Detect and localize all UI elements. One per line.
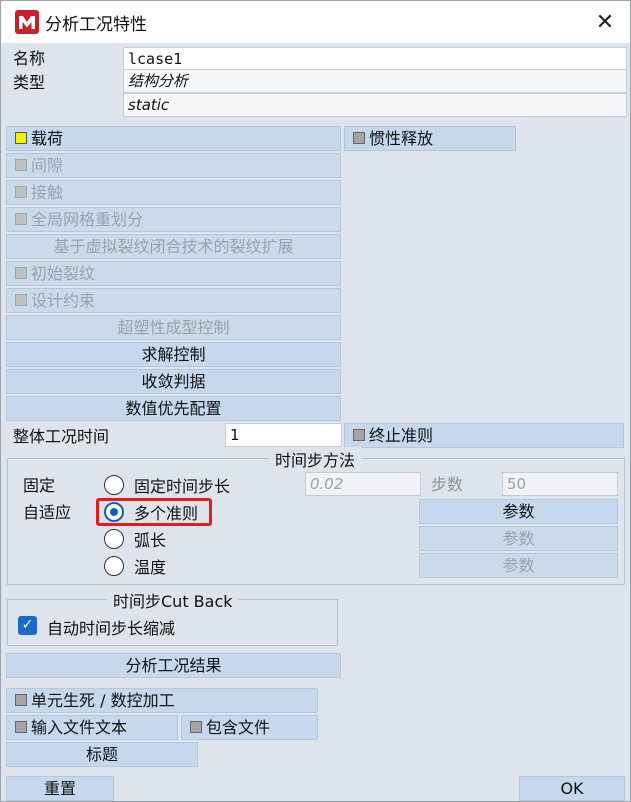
total-time-field[interactable]: 1 [225,423,342,447]
name-field[interactable]: lcase1 [123,47,627,71]
window-title: 分析工况特性 [45,15,147,35]
convergence-criteria-button[interactable]: 收敛判据 [6,369,341,394]
analysis-case-dialog: 分析工况特性 ✕ 名称 lcase1 类型 结构分析 static 载荷 惯性释… [0,0,631,802]
subtype-field: static [123,93,627,117]
design-constraint-marker-icon [15,293,27,306]
contact-button[interactable]: 接触 [6,180,341,205]
load-button-label: 载荷 [31,129,64,148]
include-file-marker-icon [190,720,202,733]
global-remesh-label: 全局网格重划分 [31,210,144,229]
midas-logo-icon [15,10,39,34]
dialog-body: 名称 lcase1 类型 结构分析 static 载荷 惯性释放 间隙 接触 全… [1,43,630,801]
fixed-label: 固定 [23,476,56,495]
vcct-crack-growth-button[interactable]: 基于虚拟裂纹闭合技术的裂纹扩展 [6,234,341,259]
initial-crack-button[interactable]: 初始裂纹 [6,261,341,286]
type-field: 结构分析 [123,69,627,93]
auto-reduce-checkbox[interactable]: ✓ [18,616,37,635]
name-label: 名称 [13,49,46,68]
stop-criteria-label: 终止准则 [369,426,434,445]
gap-marker-icon [15,158,27,171]
design-constraint-button[interactable]: 设计约束 [6,288,341,313]
stop-criteria-marker-icon [353,428,365,441]
case-results-button[interactable]: 分析工况结果 [6,653,341,678]
arc-length-radio[interactable] [104,529,124,549]
contact-label: 接触 [31,183,64,202]
input-file-text-button[interactable]: 输入文件文本 [6,715,178,740]
total-time-label: 整体工况时间 [13,427,110,446]
initial-crack-label: 初始裂纹 [31,264,96,283]
steps-field[interactable]: 50 [502,472,618,496]
element-birth-marker-icon [15,693,27,706]
time-step-group-title: 时间步方法 [269,447,362,471]
steps-label: 步数 [431,475,464,494]
temperature-radio[interactable] [104,556,124,576]
gap-label: 间隙 [31,156,64,175]
type-label: 类型 [13,73,46,92]
design-constraint-label: 设计约束 [31,291,96,310]
multi-criteria-option-label: 多个准则 [134,504,199,523]
include-file-button[interactable]: 包含文件 [181,715,318,740]
fixed-step-radio[interactable] [104,475,124,495]
load-button[interactable]: 载荷 [6,126,341,151]
arc-length-option-label: 弧长 [134,531,167,550]
ok-button[interactable]: OK [519,776,625,801]
element-birth-label: 单元生死 / 数控加工 [31,691,175,710]
auto-reduce-label: 自动时间步长缩减 [47,619,176,638]
inertia-relief-label: 惯性释放 [369,129,434,148]
contact-marker-icon [15,185,27,198]
params-button-multi-criteria[interactable]: 参数 [419,499,618,524]
input-file-text-marker-icon [15,720,27,733]
multi-criteria-radio[interactable] [104,502,124,522]
solution-control-button[interactable]: 求解控制 [6,342,341,367]
global-remesh-marker-icon [15,212,27,225]
include-file-label: 包含文件 [206,718,271,737]
superplastic-control-button[interactable]: 超塑性成型控制 [6,315,341,340]
reset-button[interactable]: 重置 [6,776,114,801]
load-marker-icon [15,131,27,144]
gap-button[interactable]: 间隙 [6,153,341,178]
adaptive-label: 自适应 [23,503,72,522]
numeric-priority-button[interactable]: 数值优先配置 [6,396,341,421]
params-button-temperature[interactable]: 参数 [419,553,618,578]
temperature-option-label: 温度 [134,558,167,577]
inertia-relief-marker-icon [353,131,365,144]
title-bar: 分析工况特性 ✕ [1,1,630,43]
initial-crack-marker-icon [15,266,27,279]
stop-criteria-button[interactable]: 终止准则 [344,423,624,448]
params-button-arc-length[interactable]: 参数 [419,526,618,551]
inertia-relief-button[interactable]: 惯性释放 [344,126,516,151]
global-remesh-button[interactable]: 全局网格重划分 [6,207,341,232]
cutback-group-title: 时间步Cut Back [107,588,239,612]
input-file-text-label: 输入文件文本 [31,718,128,737]
element-birth-death-button[interactable]: 单元生死 / 数控加工 [6,688,318,713]
close-icon[interactable]: ✕ [590,7,620,37]
title-button[interactable]: 标题 [6,742,198,767]
fixed-step-size-field[interactable]: 0.02 [305,472,421,496]
fixed-step-option-label: 固定时间步长 [134,477,231,496]
